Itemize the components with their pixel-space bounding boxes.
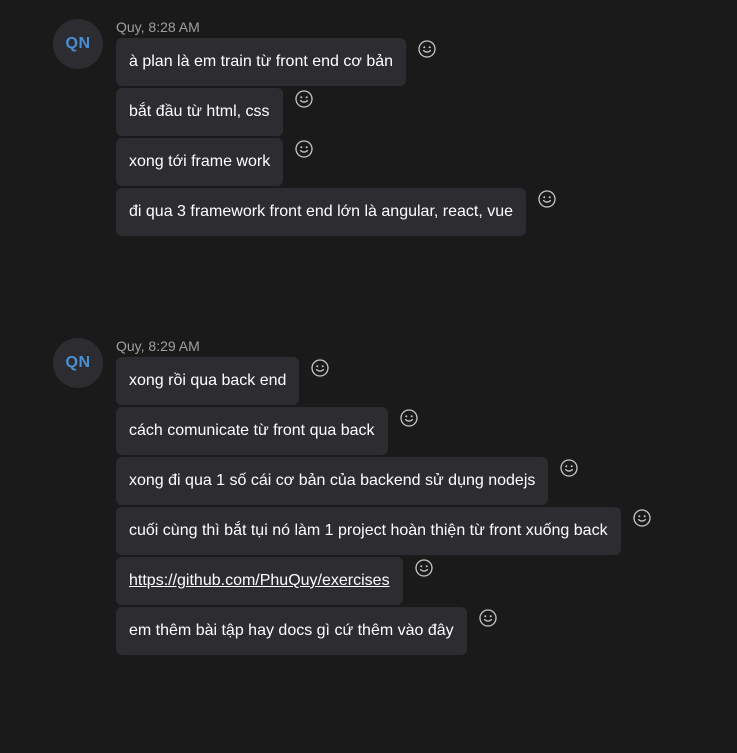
message-text: em thêm bài tập hay docs gì cứ thêm vào …: [129, 622, 454, 639]
avatar[interactable]: QN: [53, 338, 103, 388]
smiley-face-icon[interactable]: [294, 90, 313, 108]
smiley-face-icon[interactable]: [418, 40, 436, 58]
message-meta: Quy, 8:29 AM: [116, 338, 200, 354]
message-row: cách comunicate từ front qua back: [116, 407, 649, 455]
message-bubble[interactable]: https://github.com/PhuQuy/exercises: [116, 557, 403, 605]
smiley-face-icon[interactable]: [479, 609, 497, 627]
smiley-face-icon[interactable]: [399, 409, 418, 427]
message-row: đi qua 3 framework front end lớn là angu…: [116, 188, 556, 236]
message-bubble[interactable]: em thêm bài tập hay docs gì cứ thêm vào …: [116, 607, 467, 655]
message-row: bắt đầu từ html, css: [116, 88, 554, 136]
avatar-initials: QN: [65, 35, 91, 52]
message-bubble[interactable]: cuối cùng thì bắt tụi nó làm 1 project h…: [116, 507, 621, 555]
smiley-face-icon[interactable]: [414, 559, 433, 577]
message-meta: Quy, 8:28 AM: [116, 19, 200, 35]
message-text: xong rồi qua back end: [129, 372, 287, 389]
smiley-face-icon[interactable]: [560, 459, 579, 477]
message-text: xong tới frame work: [129, 153, 271, 170]
message-text: bắt đầu từ html, css: [129, 103, 270, 120]
message-row: à plan là em train từ front end cơ bản: [116, 38, 554, 86]
message-bubble[interactable]: xong tới frame work: [116, 138, 284, 186]
message-text: cách comunicate từ front qua back: [129, 422, 375, 439]
message-bubble[interactable]: xong đi qua 1 số cái cơ bản của backend …: [116, 457, 549, 505]
message-text: à plan là em train từ front end cơ bản: [129, 53, 394, 70]
message-row: xong đi qua 1 số cái cơ bản của backend …: [116, 457, 649, 505]
message-row: cuối cùng thì bắt tụi nó làm 1 project h…: [116, 507, 651, 555]
message-row: xong rồi qua back end: [116, 357, 649, 405]
avatar[interactable]: QN: [53, 19, 103, 69]
message-bubble[interactable]: bắt đầu từ html, css: [116, 88, 283, 136]
avatar-initials: QN: [65, 354, 91, 371]
message-list: xong rồi qua back end cách comunicate từ…: [116, 357, 651, 657]
message-link[interactable]: https://github.com/PhuQuy/exercises: [129, 572, 390, 589]
message-bubble[interactable]: cách comunicate từ front qua back: [116, 407, 388, 455]
message-text: xong đi qua 1 số cái cơ bản của backend …: [129, 472, 536, 489]
smiley-face-icon[interactable]: [632, 509, 651, 527]
smiley-face-icon[interactable]: [295, 140, 313, 158]
message-row: xong tới frame work: [116, 138, 554, 186]
message-bubble[interactable]: à plan là em train từ front end cơ bản: [116, 38, 407, 86]
message-text: đi qua 3 framework front end lớn là angu…: [129, 203, 514, 220]
message-list: à plan là em train từ front end cơ bản b…: [116, 38, 556, 238]
message-row: em thêm bài tập hay docs gì cứ thêm vào …: [116, 607, 649, 655]
message-bubble[interactable]: đi qua 3 framework front end lớn là angu…: [116, 188, 527, 236]
message-bubble[interactable]: xong rồi qua back end: [116, 357, 300, 405]
smiley-face-icon[interactable]: [311, 359, 330, 377]
message-text: cuối cùng thì bắt tụi nó làm 1 project h…: [129, 522, 608, 539]
smiley-face-icon[interactable]: [538, 190, 556, 208]
message-row: https://github.com/PhuQuy/exercises: [116, 557, 649, 605]
chat-pane: QN Quy, 8:28 AM à plan là em train từ fr…: [0, 0, 737, 753]
